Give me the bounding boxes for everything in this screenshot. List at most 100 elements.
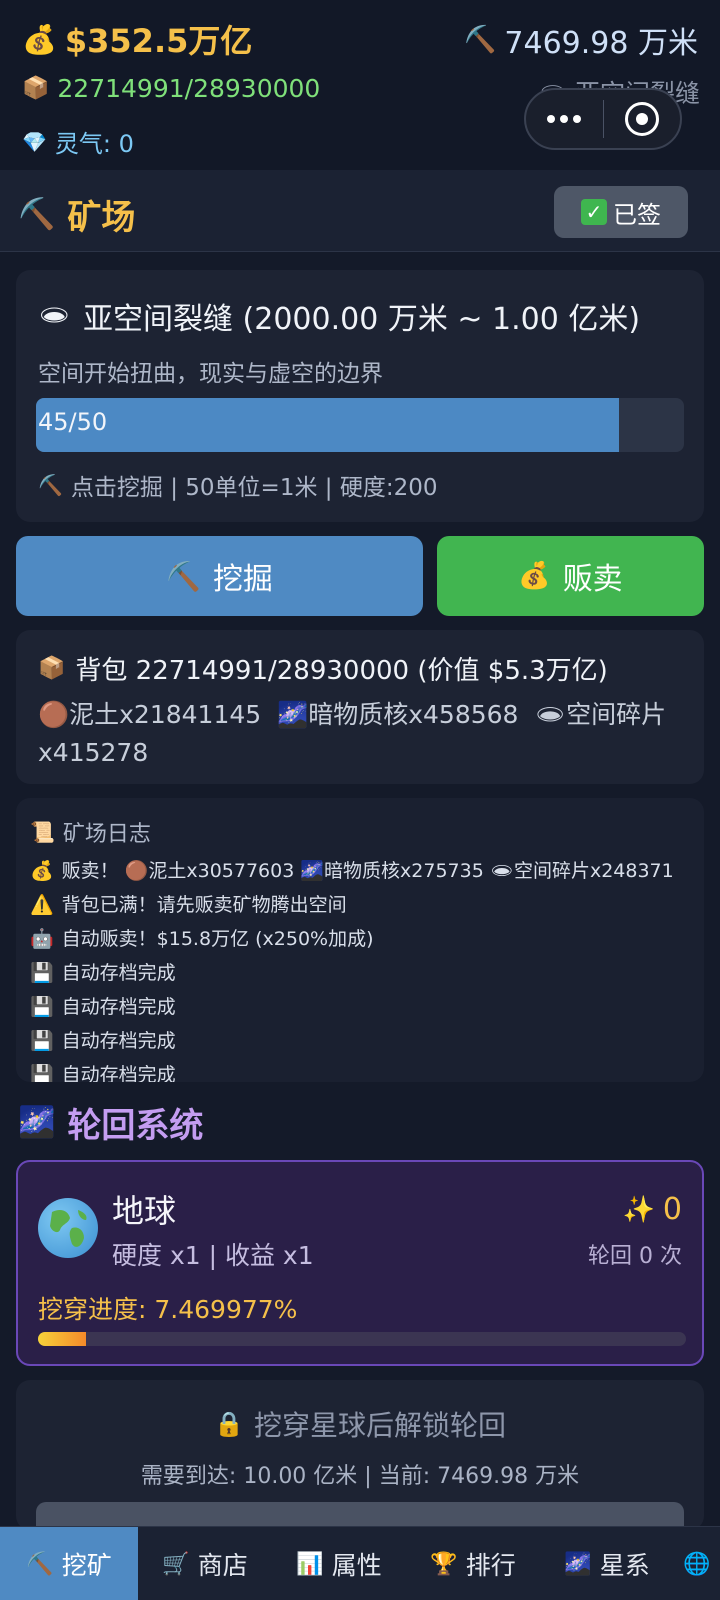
pickaxe-icon: ⛏️	[18, 197, 56, 232]
floppy-disk-icon: 💾	[30, 1030, 54, 1052]
money-value: $352.5万亿	[64, 22, 253, 60]
penetration-progress-bar	[38, 1332, 686, 1346]
package-icon: 📦	[22, 76, 50, 101]
pickaxe-icon: ⛏️	[166, 559, 201, 593]
log-entry-text: 自动存档完成	[61, 1064, 176, 1082]
dig-progress-bar: 45/50	[36, 398, 684, 452]
nav-item-mine[interactable]: ⛏️ 挖矿	[0, 1527, 138, 1600]
more-dots-icon	[547, 115, 582, 123]
nav-item-galaxy[interactable]: 🌌 星系	[540, 1527, 674, 1600]
target-circle-icon	[624, 102, 659, 136]
rebirth-stars: ✨ 0	[623, 1192, 682, 1227]
pickaxe-icon: ⛏️	[26, 1551, 54, 1577]
bottom-nav: ⛏️ 挖矿 🛒 商店 📊 属性 🏆 排行 🌌 星系 🌐	[0, 1526, 720, 1600]
warning-icon: ⚠️	[30, 894, 54, 916]
penetration-progress-fill	[38, 1332, 87, 1346]
log-entry: 🤖 自动贩卖！$15.8万亿 (x250%加成)	[30, 922, 694, 956]
penetration-progress-label: 挖穿进度: 7.469977%	[38, 1295, 298, 1324]
dig-button[interactable]: ⛏️ 挖掘	[16, 536, 423, 616]
globe-icon: 🌐	[683, 1551, 711, 1577]
planet-card: 地球 硬度 x1 | 收益 x1 ✨ 0 轮回 0 次 挖穿进度: 7.4699…	[16, 1160, 704, 1366]
mine-log-title-text: 矿场日志	[62, 822, 151, 847]
log-entry-text: 自动贩卖！$15.8万亿 (x250%加成)	[61, 928, 374, 950]
sell-button[interactable]: 💰 贩卖	[437, 536, 704, 616]
rebirth-requirement: 需要到达: 10.00 亿米 | 当前: 7469.98 万米	[140, 1464, 580, 1489]
layer-title: 🕳 亚空间裂缝 (2000.00 万米 ~ 1.00 亿米)	[38, 294, 640, 338]
backpack-title: 📦 背包 22714991/28930000 (价值 $5.3万亿)	[38, 650, 608, 687]
floppy-disk-icon: 💾	[30, 962, 54, 984]
galaxy-icon: 🌌	[18, 1105, 56, 1140]
layer-title-text: 亚空间裂缝 (2000.00 万米 ~ 1.00 亿米)	[83, 302, 641, 337]
pickaxe-icon: ⛏️	[464, 25, 497, 55]
close-miniprogram-button[interactable]	[604, 90, 681, 148]
rebirth-stars-value: 0	[662, 1192, 682, 1227]
hole-icon: 🕳	[534, 700, 567, 729]
bar-chart-icon: 📊	[296, 1551, 324, 1577]
checkmark-icon: ✓	[581, 199, 607, 225]
nav-item-shop[interactable]: 🛒 商店	[138, 1527, 272, 1600]
nav-item-stats[interactable]: 📊 属性	[272, 1527, 406, 1600]
rebirth-count: 轮回 0 次	[588, 1244, 682, 1269]
sign-in-label: 已签	[613, 200, 661, 229]
dirt-icon: 🟤	[38, 700, 70, 729]
bag-capacity-display: 📦 22714991/28930000	[22, 74, 320, 103]
shopping-cart-icon: 🛒	[162, 1551, 190, 1577]
planet-name: 地球	[112, 1192, 177, 1230]
page-title-text: 矿场	[67, 198, 136, 238]
rebirth-locked-title: 🔒 挖穿星球后解锁轮回	[16, 1404, 704, 1444]
floppy-disk-icon: 💾	[30, 996, 54, 1018]
log-entry-text: 自动存档完成	[61, 962, 176, 984]
backpack-title-text: 背包 22714991/28930000 (价值 $5.3万亿)	[75, 656, 608, 686]
log-entry: 💾 自动存档完成	[30, 1058, 694, 1082]
depth-display: ⛏️ 7469.98 万米	[464, 18, 698, 62]
layer-info-text: 点击挖掘 | 50单位=1米 | 硬度:200	[70, 475, 438, 501]
miniprogram-capsule	[524, 88, 682, 150]
sign-in-button[interactable]: ✓ 已签	[554, 186, 688, 238]
money-bag-icon: 💰	[518, 561, 551, 591]
rebirth-section-title: 🌌 轮回系统	[18, 1098, 203, 1147]
log-entry: 💾 自动存档完成	[30, 990, 694, 1024]
robot-icon: 🤖	[30, 928, 54, 950]
sparkles-icon: ✨	[622, 1194, 655, 1225]
pickaxe-icon: ⛏️	[38, 473, 63, 497]
trophy-icon: 🏆	[430, 1551, 458, 1577]
mine-log-title: 📜 矿场日志	[30, 816, 151, 848]
floppy-disk-icon: 💾	[30, 1064, 54, 1082]
nav-label: 排行	[465, 1551, 516, 1580]
dig-progress-label: 45/50	[38, 408, 108, 436]
rebirth-locked-card: 🔒 挖穿星球后解锁轮回 需要到达: 10.00 亿米 | 当前: 7469.98…	[16, 1380, 704, 1530]
log-entry: 💾 自动存档完成	[30, 956, 694, 990]
nav-label: 星系	[599, 1551, 650, 1580]
log-entry: ⚠️ 背包已满！请先贩卖矿物腾出空间	[30, 888, 694, 922]
scroll-icon: 📜	[30, 820, 55, 844]
nav-item-overflow[interactable]: 🌐	[674, 1527, 720, 1600]
qi-display: 💎 灵气: 0	[22, 124, 134, 159]
mine-log-card[interactable]: 📜 矿场日志 💰 贩卖！ 🟤泥土x30577603 🌌暗物质核x275735 🕳…	[16, 798, 704, 1082]
log-entry: 💾 自动存档完成	[30, 1024, 694, 1058]
nav-label: 商店	[197, 1551, 248, 1580]
page-title: ⛏️ 矿场	[18, 190, 135, 239]
mine-log-list: 💰 贩卖！ 🟤泥土x30577603 🌌暗物质核x275735 🕳空间碎片x24…	[30, 854, 694, 1082]
galaxy-icon: 🌌	[277, 700, 309, 729]
log-entry-text: 贩卖！ 🟤泥土x30577603 🌌暗物质核x275735 🕳空间碎片x2483…	[61, 860, 674, 882]
diamond-icon: 💎	[22, 129, 47, 154]
backpack-item-dirt: 泥土x21841145	[69, 700, 262, 729]
money-display: 💰 $352.5万亿	[22, 16, 252, 62]
nav-label: 属性	[331, 1551, 382, 1580]
page-header: ⛏️ 矿场 ✓ 已签	[0, 170, 720, 252]
money-bag-icon: 💰	[22, 22, 57, 56]
lock-icon: 🔒	[214, 1410, 244, 1438]
depth-value: 7469.98 万米	[504, 26, 698, 61]
log-entry-text: 自动存档完成	[61, 996, 176, 1018]
money-bag-icon: 💰	[30, 860, 54, 882]
log-entry: 💰 贩卖！ 🟤泥土x30577603 🌌暗物质核x275735 🕳空间碎片x24…	[30, 854, 694, 888]
nav-label: 挖矿	[61, 1551, 112, 1580]
more-menu-button[interactable]	[526, 90, 603, 148]
dig-label: 挖掘	[212, 562, 273, 597]
bag-capacity-value: 22714991/28930000	[57, 74, 321, 103]
nav-item-ranking[interactable]: 🏆 排行	[406, 1527, 540, 1600]
log-entry-text: 背包已满！请先贩卖矿物腾出空间	[61, 894, 347, 916]
layer-card: 🕳 亚空间裂缝 (2000.00 万米 ~ 1.00 亿米) 空间开始扭曲，现实…	[16, 270, 704, 522]
planet-multipliers: 硬度 x1 | 收益 x1	[112, 1241, 314, 1270]
log-entry-text: 自动存档完成	[61, 1030, 176, 1052]
